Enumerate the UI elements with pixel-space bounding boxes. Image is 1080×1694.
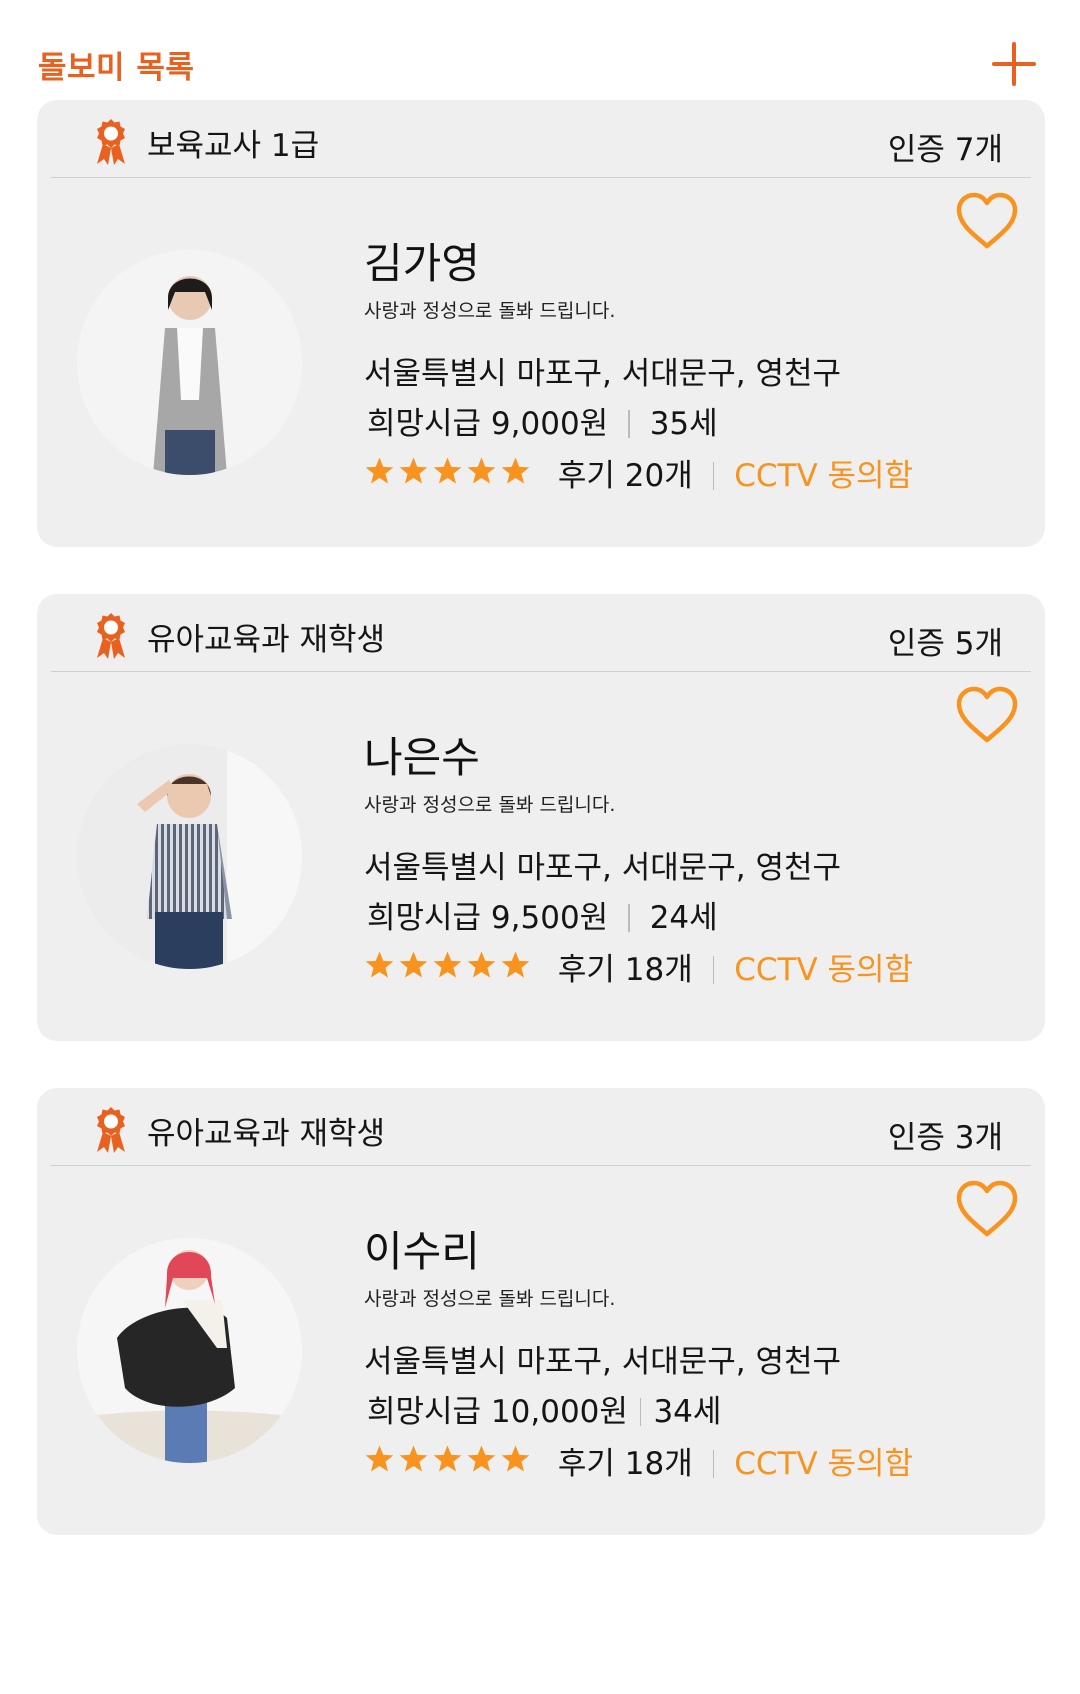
star-icon bbox=[467, 1444, 496, 1472]
divider bbox=[712, 1449, 715, 1478]
wage-age-row: 희망시급 10,000원 34세 bbox=[367, 1386, 721, 1431]
certification-count: 인증 5개 bbox=[887, 626, 1003, 662]
review-count[interactable]: 후기 18개 bbox=[558, 1446, 693, 1482]
review-count[interactable]: 후기 18개 bbox=[558, 952, 693, 988]
divider bbox=[628, 409, 630, 438]
hourly-wage: 희망시급 9,000원 bbox=[367, 406, 609, 442]
star-icon bbox=[399, 456, 428, 484]
profile-photo bbox=[77, 744, 302, 969]
star-icon bbox=[365, 1444, 394, 1472]
star-icon bbox=[501, 950, 530, 978]
review-row: 후기 20개 CCTV 동의함 bbox=[364, 450, 913, 500]
star-icon bbox=[433, 1444, 462, 1472]
sitter-age: 34세 bbox=[653, 1394, 722, 1430]
avatar bbox=[77, 744, 302, 969]
wage-age-row: 희망시급 9,500원 24세 bbox=[367, 892, 718, 937]
divider bbox=[628, 903, 630, 932]
sitter-name: 나은수 bbox=[364, 733, 480, 782]
divider bbox=[712, 955, 715, 984]
sitter-age: 35세 bbox=[649, 406, 718, 442]
profile-photo bbox=[77, 1238, 302, 1463]
app-header: 돌보미 목록 bbox=[0, 0, 1080, 100]
review-row: 후기 18개 CCTV 동의함 bbox=[364, 1438, 913, 1488]
star-icon bbox=[433, 950, 462, 978]
profile-photo bbox=[77, 250, 302, 475]
sitter-region: 서울특별시 마포구, 서대문구, 영천구 bbox=[364, 1344, 842, 1380]
star-icon bbox=[501, 1444, 530, 1472]
cctv-consent: CCTV 동의함 bbox=[734, 952, 914, 988]
certification-count: 인증 7개 bbox=[887, 132, 1003, 168]
avatar bbox=[77, 250, 302, 475]
star-icon bbox=[399, 950, 428, 978]
plus-icon[interactable] bbox=[992, 42, 1036, 86]
review-count[interactable]: 후기 20개 bbox=[558, 458, 693, 494]
sitter-name: 김가영 bbox=[364, 239, 480, 288]
sitter-region: 서울특별시 마포구, 서대문구, 영천구 bbox=[364, 850, 842, 886]
sitter-intro: 사랑과 정성으로 돌봐 드립니다. bbox=[364, 1288, 616, 1310]
heart-icon[interactable] bbox=[955, 192, 1019, 250]
divider bbox=[712, 461, 715, 490]
review-row: 후기 18개 CCTV 동의함 bbox=[364, 944, 913, 994]
award-ribbon-icon bbox=[97, 613, 125, 659]
star-icon bbox=[501, 456, 530, 484]
sitter-name: 이수리 bbox=[364, 1227, 480, 1276]
page-title: 돌보미 목록 bbox=[38, 50, 195, 86]
hourly-wage: 희망시급 10,000원 bbox=[367, 1394, 628, 1430]
divider bbox=[639, 1397, 642, 1426]
certification-label: 보육교사 1급 bbox=[147, 128, 320, 164]
award-ribbon-icon bbox=[97, 1107, 125, 1153]
sitter-card[interactable]: 보육교사 1급 인증 7개 김가영 사랑과 정성으로 돌봐 드립니다. 서울특별… bbox=[37, 100, 1045, 547]
certification-label: 유아교육과 재학생 bbox=[147, 622, 386, 658]
sitter-card[interactable]: 유아교육과 재학생 인증 3개 이수리 사랑과 정성으로 돌봐 드립니다. 서울… bbox=[37, 1088, 1045, 1535]
star-icon bbox=[433, 456, 462, 484]
cctv-consent: CCTV 동의함 bbox=[734, 1446, 914, 1482]
certification-label: 유아교육과 재학생 bbox=[147, 1116, 386, 1152]
sitter-card[interactable]: 유아교육과 재학생 인증 5개 나은수 사랑과 정성으로 돌봐 드립니다. 서울… bbox=[37, 594, 1045, 1041]
avatar bbox=[77, 1238, 302, 1463]
star-icon bbox=[467, 456, 496, 484]
star-icon bbox=[467, 950, 496, 978]
sitter-intro: 사랑과 정성으로 돌봐 드립니다. bbox=[364, 794, 616, 816]
certification-count: 인증 3개 bbox=[887, 1120, 1003, 1156]
sitter-intro: 사랑과 정성으로 돌봐 드립니다. bbox=[364, 300, 616, 322]
wage-age-row: 희망시급 9,000원 35세 bbox=[367, 398, 718, 443]
sitter-age: 24세 bbox=[649, 900, 718, 936]
star-icon bbox=[365, 950, 394, 978]
heart-icon[interactable] bbox=[955, 1180, 1019, 1238]
hourly-wage: 희망시급 9,500원 bbox=[367, 900, 609, 936]
award-ribbon-icon bbox=[97, 119, 125, 165]
sitter-region: 서울특별시 마포구, 서대문구, 영천구 bbox=[364, 356, 842, 392]
star-rating bbox=[364, 950, 534, 988]
heart-icon[interactable] bbox=[955, 686, 1019, 744]
star-rating bbox=[364, 1444, 534, 1482]
card-header: 보육교사 1급 인증 7개 bbox=[51, 100, 1031, 178]
card-header: 유아교육과 재학생 인증 5개 bbox=[51, 594, 1031, 672]
cctv-consent: CCTV 동의함 bbox=[734, 458, 914, 494]
star-icon bbox=[399, 1444, 428, 1472]
card-header: 유아교육과 재학생 인증 3개 bbox=[51, 1088, 1031, 1166]
star-rating bbox=[364, 456, 534, 494]
star-icon bbox=[365, 456, 394, 484]
